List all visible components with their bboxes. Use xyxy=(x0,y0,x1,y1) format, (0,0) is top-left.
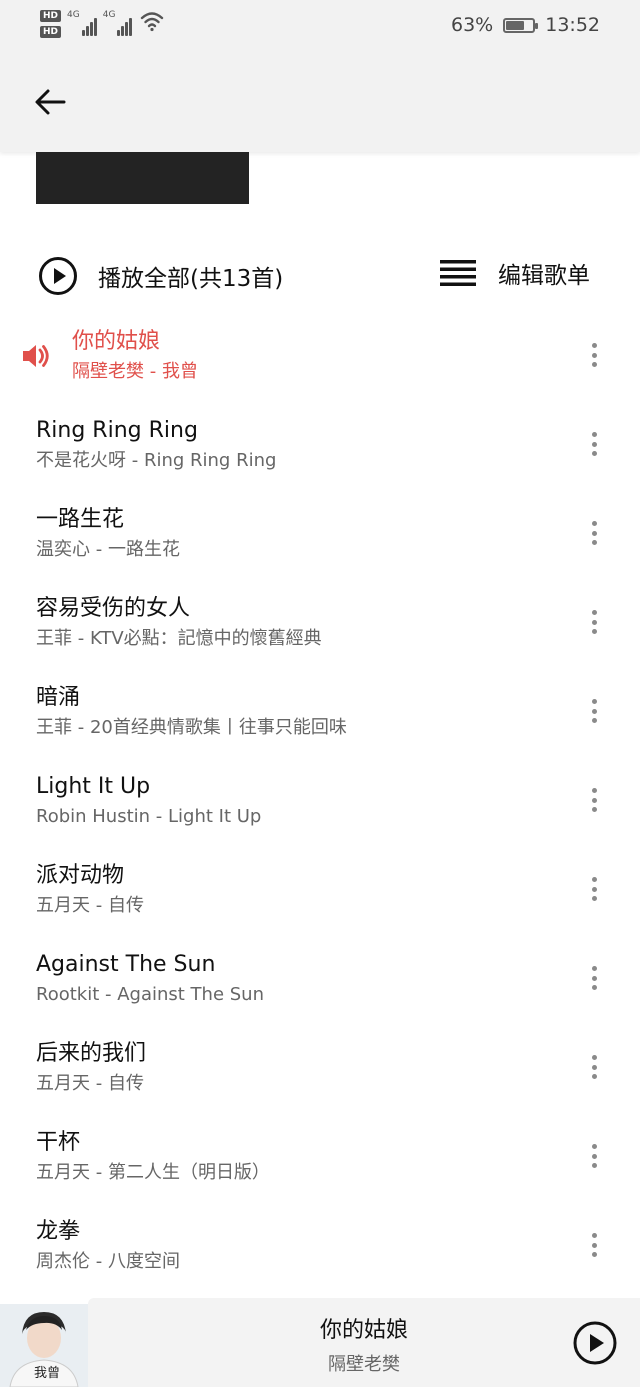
more-options-icon[interactable] xyxy=(588,518,600,548)
song-row[interactable]: 龙拳 周杰伦 - 八度空间 xyxy=(0,1208,640,1297)
battery-percent: 63% xyxy=(451,14,494,36)
song-title: 暗涌 xyxy=(36,685,81,710)
speaker-playing-icon xyxy=(23,345,49,367)
more-options-icon[interactable] xyxy=(588,1141,600,1171)
hd-badge: HD xyxy=(40,26,62,38)
song-artist-album: Rootkit - Against The Sun xyxy=(36,984,264,1005)
song-artist-album: 不是花火呀 - Ring Ring Ring xyxy=(36,450,277,471)
more-options-icon[interactable] xyxy=(588,340,600,370)
signal-icon: 4G xyxy=(67,10,97,36)
battery-fill xyxy=(506,20,524,30)
network-type: 4G xyxy=(67,10,80,20)
song-title: 你的姑娘 xyxy=(72,329,161,354)
song-artist-album: 周杰伦 - 八度空间 xyxy=(36,1251,180,1272)
status-indicators: HD HD 4G 4G xyxy=(40,10,164,44)
song-row[interactable]: 后来的我们 五月天 - 自传 xyxy=(0,1030,640,1119)
song-row[interactable]: 干杯 五月天 - 第二人生（明日版） xyxy=(0,1119,640,1208)
playlist-actions: 播放全部(共13首) 编辑歌单 xyxy=(0,248,640,304)
album-cover[interactable]: 我曾 xyxy=(0,1304,88,1387)
top-bar: HD HD 4G 4G 63% 13:52 xyxy=(0,0,640,152)
song-title: 龙拳 xyxy=(36,1219,81,1244)
song-title: Against The Sun xyxy=(36,952,216,977)
more-options-icon[interactable] xyxy=(588,696,600,726)
play-all-button[interactable]: 播放全部(共13首) xyxy=(38,256,283,296)
battery-icon xyxy=(503,17,539,33)
song-row[interactable]: 容易受伤的女人 王菲 - KTV必點：記憶中的懷舊經典 xyxy=(0,585,640,674)
back-button[interactable] xyxy=(30,82,70,122)
song-row[interactable]: 你的姑娘 隔壁老樊 - 我曾 xyxy=(0,318,640,407)
play-circle-icon xyxy=(39,257,77,295)
clock: 13:52 xyxy=(545,14,600,36)
edit-playlist-button[interactable]: 编辑歌单 xyxy=(440,256,590,290)
song-row[interactable]: 一路生花 温奕心 - 一路生花 xyxy=(0,496,640,585)
status-right: 63% 13:52 xyxy=(451,14,600,36)
song-row[interactable]: 派对动物 五月天 - 自传 xyxy=(0,852,640,941)
now-playing-artist: 隔壁老樊 xyxy=(328,1354,400,1375)
song-title: Light It Up xyxy=(36,774,151,799)
song-artist-album: 五月天 - 第二人生（明日版） xyxy=(36,1162,270,1183)
song-title: 一路生花 xyxy=(36,507,125,532)
more-options-icon[interactable] xyxy=(588,785,600,815)
more-options-icon[interactable] xyxy=(588,1052,600,1082)
play-all-label: 播放全部(共13首) xyxy=(98,266,284,292)
more-options-icon[interactable] xyxy=(588,1230,600,1260)
network-type: 4G xyxy=(102,10,116,20)
hd-badges: HD HD xyxy=(40,10,62,38)
signal-icon: 4G xyxy=(103,10,133,36)
more-options-icon[interactable] xyxy=(588,963,600,993)
more-options-icon[interactable] xyxy=(588,874,600,904)
song-title: 后来的我们 xyxy=(36,1041,147,1066)
arrow-left-icon xyxy=(35,89,66,115)
song-artist-album: 王菲 - KTV必點：記憶中的懷舊經典 xyxy=(36,628,322,649)
song-title: Ring Ring Ring xyxy=(36,418,198,443)
song-title: 派对动物 xyxy=(36,863,125,888)
song-row[interactable]: Ring Ring Ring 不是花火呀 - Ring Ring Ring xyxy=(0,407,640,496)
more-options-icon[interactable] xyxy=(588,429,600,459)
song-row[interactable]: Light It Up Robin Hustin - Light It Up xyxy=(0,763,640,852)
song-artist-album: 温奕心 - 一路生花 xyxy=(36,539,180,560)
list-icon xyxy=(440,260,476,286)
album-cover-text: 我曾 xyxy=(34,1366,61,1381)
song-artist-album: 王菲 - 20首经典情歌集丨往事只能回味 xyxy=(36,717,347,738)
song-title: 容易受伤的女人 xyxy=(36,596,191,621)
song-title: 干杯 xyxy=(36,1130,81,1155)
mini-player[interactable]: 我曾 你的姑娘 隔壁老樊 xyxy=(0,1298,640,1387)
song-row[interactable]: 暗涌 王菲 - 20首经典情歌集丨往事只能回味 xyxy=(0,674,640,763)
song-artist-album: 隔壁老樊 - 我曾 xyxy=(72,361,198,382)
song-row[interactable]: Against The Sun Rootkit - Against The Su… xyxy=(0,941,640,1030)
playlist-cover-redacted xyxy=(36,152,249,204)
hd-badge: HD xyxy=(40,10,62,22)
song-artist-album: 五月天 - 自传 xyxy=(36,895,144,916)
song-artist-album: 五月天 - 自传 xyxy=(36,1073,144,1094)
song-artist-album: Robin Hustin - Light It Up xyxy=(36,806,262,827)
play-button[interactable] xyxy=(572,1320,618,1366)
more-options-icon[interactable] xyxy=(588,607,600,637)
edit-playlist-label: 编辑歌单 xyxy=(498,263,590,289)
wifi-icon xyxy=(141,12,164,32)
now-playing-title: 你的姑娘 xyxy=(319,1318,408,1343)
song-list: 你的姑娘 隔壁老樊 - 我曾 Ring Ring Ring 不是花火呀 - Ri… xyxy=(0,318,640,1297)
